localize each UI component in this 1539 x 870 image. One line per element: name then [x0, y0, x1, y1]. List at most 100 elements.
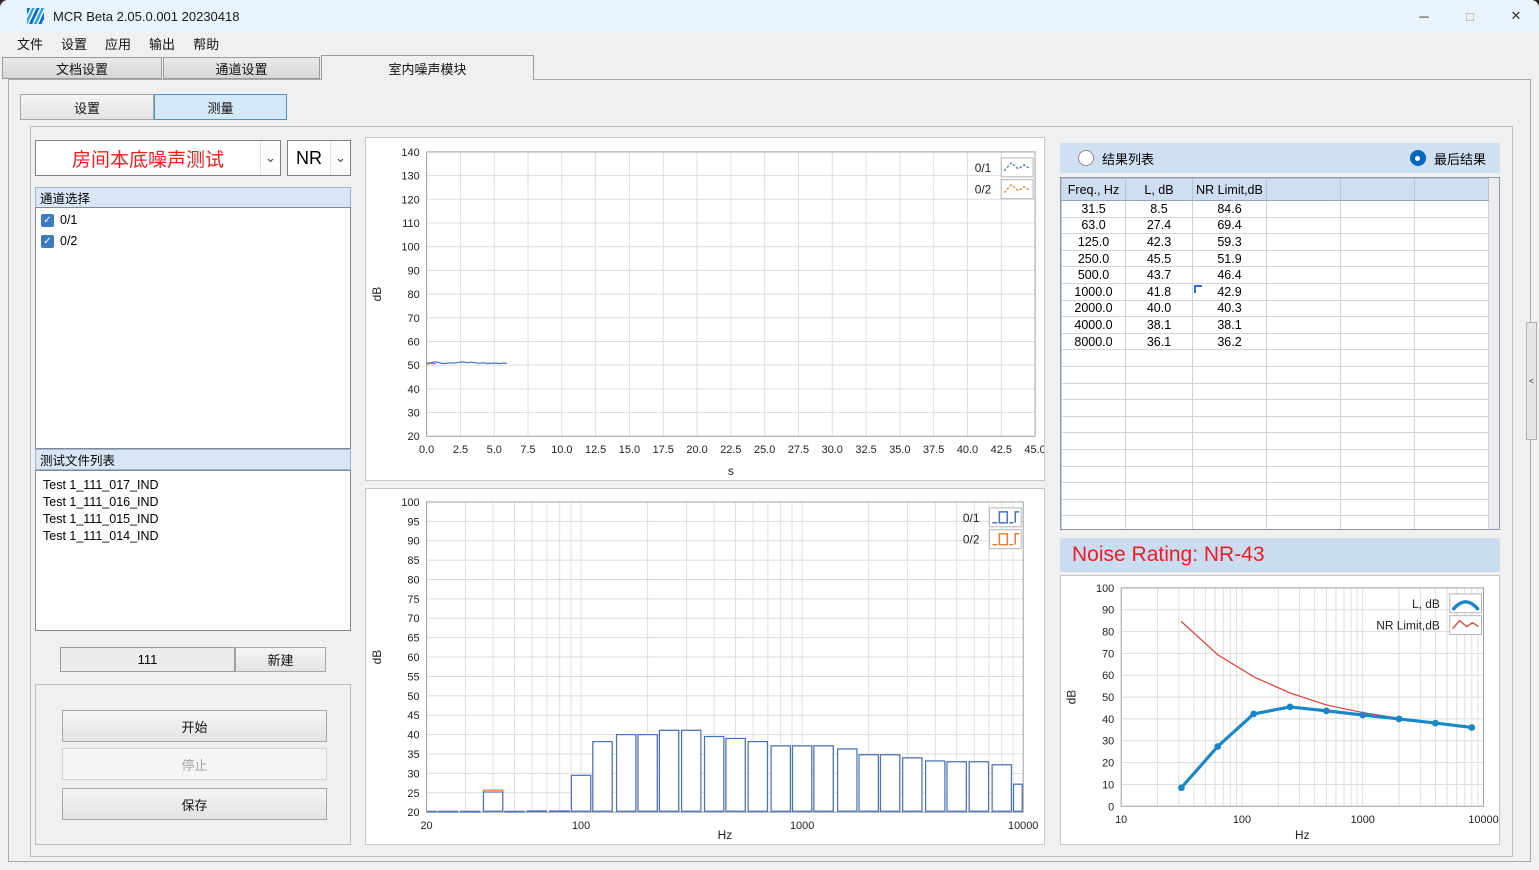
checkbox-checked-icon[interactable]: ✓: [41, 214, 54, 227]
column-header[interactable]: [1341, 179, 1415, 201]
svg-text:30.0: 30.0: [822, 444, 843, 456]
radio-results-list[interactable]: [1078, 150, 1094, 166]
table-cell: [1193, 516, 1267, 530]
table-cell: [1415, 433, 1489, 450]
svg-text:70: 70: [1102, 648, 1114, 660]
subtab-measure[interactable]: 测量: [154, 94, 287, 120]
tab-indoor-noise-module[interactable]: 室内噪声模块: [321, 55, 534, 80]
file-name-input[interactable]: 111: [60, 647, 235, 672]
new-button[interactable]: 新建: [235, 647, 326, 672]
svg-text:12.5: 12.5: [585, 444, 606, 456]
column-header[interactable]: L, dB: [1126, 179, 1193, 201]
table-row: 31.58.584.6: [1062, 201, 1489, 218]
menu-application[interactable]: 应用: [99, 34, 137, 53]
table-cell: 2000.0: [1062, 300, 1126, 317]
svg-text:80: 80: [1102, 627, 1114, 639]
table-cell: 42.9: [1193, 283, 1267, 300]
table-row: [1062, 516, 1489, 530]
table-cell: 500.0: [1062, 267, 1126, 284]
svg-text:30: 30: [1102, 736, 1114, 748]
save-button[interactable]: 保存: [62, 788, 327, 820]
maximize-button[interactable]: □: [1447, 0, 1493, 32]
table-cell: [1267, 300, 1341, 317]
panel-collapse-handle[interactable]: <: [1526, 322, 1537, 440]
test-type-combobox[interactable]: 房间本底噪声测试 ⌄: [35, 140, 281, 176]
table-row: 500.043.746.4: [1062, 267, 1489, 284]
table-cell: [1341, 366, 1415, 383]
table-cell: 46.4: [1193, 267, 1267, 284]
table-cell: [1126, 383, 1193, 400]
close-button[interactable]: ✕: [1493, 0, 1539, 32]
column-header[interactable]: [1267, 179, 1341, 201]
stop-button[interactable]: 停止: [62, 748, 327, 780]
svg-text:30: 30: [407, 768, 419, 780]
result-mode-strip: 结果列表 最后结果: [1060, 143, 1500, 173]
table-cell: [1062, 499, 1126, 516]
channel-item[interactable]: ✓ 0/1: [41, 211, 350, 229]
svg-text:90: 90: [1102, 605, 1114, 617]
table-cell: [1126, 433, 1193, 450]
svg-text:22.5: 22.5: [720, 444, 741, 456]
minimize-button[interactable]: ─: [1401, 0, 1447, 32]
checkbox-checked-icon[interactable]: ✓: [41, 235, 54, 248]
svg-text:35: 35: [407, 749, 419, 761]
table-cell: [1062, 350, 1126, 367]
file-item[interactable]: Test 1_111_017_IND: [36, 477, 350, 494]
table-cell: [1341, 400, 1415, 417]
table-cell: 84.6: [1193, 201, 1267, 218]
table-row: [1062, 350, 1489, 367]
table-cell: [1341, 350, 1415, 367]
table-row: 2000.040.040.3: [1062, 300, 1489, 317]
menu-settings[interactable]: 设置: [55, 34, 93, 53]
tab-channel-settings[interactable]: 通道设置: [163, 57, 320, 79]
table-cell: [1126, 516, 1193, 530]
radio-last-result[interactable]: [1410, 150, 1426, 166]
table-cell: [1415, 449, 1489, 466]
chevron-down-icon[interactable]: ⌄: [330, 141, 350, 175]
table-cell: [1193, 449, 1267, 466]
table-cell: [1415, 383, 1489, 400]
table-cell: 36.2: [1193, 333, 1267, 350]
table-cell: [1341, 483, 1415, 500]
table-cell: 59.3: [1193, 234, 1267, 251]
svg-text:45: 45: [407, 710, 419, 722]
table-cell: [1341, 499, 1415, 516]
table-cell: [1415, 366, 1489, 383]
svg-text:NR Limit,dB: NR Limit,dB: [1376, 619, 1440, 633]
subtab-settings[interactable]: 设置: [20, 94, 154, 120]
rating-combobox[interactable]: NR ⌄: [287, 140, 351, 176]
table-cell: 38.1: [1126, 317, 1193, 334]
file-item[interactable]: Test 1_111_014_IND: [36, 528, 350, 545]
channel-select-header: 通道选择: [35, 187, 351, 208]
svg-text:0.0: 0.0: [419, 444, 434, 456]
file-item[interactable]: Test 1_111_016_IND: [36, 494, 350, 511]
chevron-down-icon[interactable]: ⌄: [260, 141, 280, 175]
table-cell: [1415, 250, 1489, 267]
tab-document-settings[interactable]: 文档设置: [2, 57, 162, 79]
column-header[interactable]: Freq., Hz: [1062, 179, 1126, 201]
table-cell: [1126, 483, 1193, 500]
table-cell: 125.0: [1062, 234, 1126, 251]
svg-text:7.5: 7.5: [520, 444, 535, 456]
table-cell: [1341, 466, 1415, 483]
table-cell: [1341, 201, 1415, 218]
file-item[interactable]: Test 1_111_015_IND: [36, 511, 350, 528]
menu-file[interactable]: 文件: [11, 34, 49, 53]
table-cell: [1415, 317, 1489, 334]
channel-item[interactable]: ✓ 0/2: [41, 232, 350, 250]
test-file-list[interactable]: Test 1_111_017_IND Test 1_111_016_IND Te…: [35, 470, 351, 631]
start-button[interactable]: 开始: [62, 710, 327, 742]
svg-text:15.0: 15.0: [619, 444, 640, 456]
column-header[interactable]: [1415, 179, 1489, 201]
column-header[interactable]: NR Limit,dB: [1193, 179, 1267, 201]
menu-help[interactable]: 帮助: [187, 34, 225, 53]
table-cell: 8.5: [1126, 201, 1193, 218]
table-row: [1062, 383, 1489, 400]
svg-text:0/2: 0/2: [963, 533, 980, 547]
channel-list[interactable]: ✓ 0/1 ✓ 0/2: [35, 207, 351, 449]
results-table[interactable]: Freq., HzL, dBNR Limit,dB31.58.584.663.0…: [1060, 177, 1500, 530]
svg-text:40: 40: [407, 730, 419, 742]
menu-output[interactable]: 输出: [143, 34, 181, 53]
table-cell: [1341, 250, 1415, 267]
table-cell: [1415, 350, 1489, 367]
